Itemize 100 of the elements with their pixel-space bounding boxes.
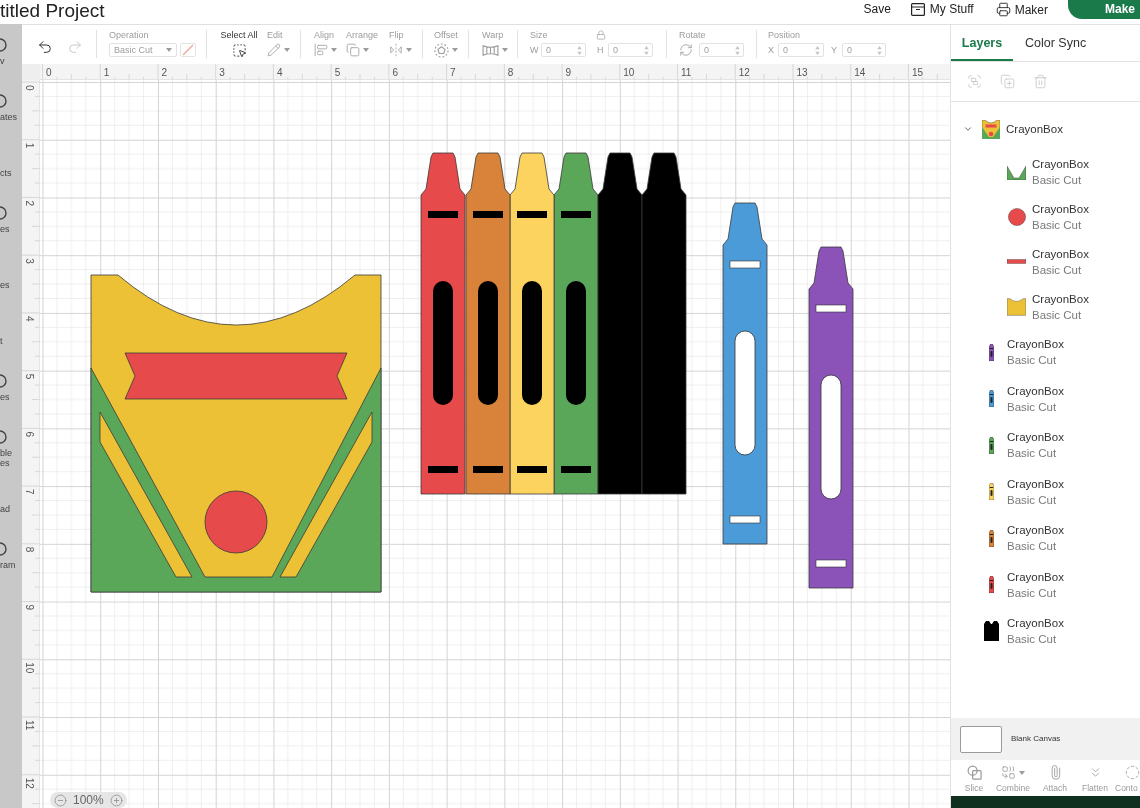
- arc-icon[interactable]: [0, 94, 7, 108]
- nav-label[interactable]: t: [0, 336, 3, 346]
- layer-name[interactable]: CrayonBox: [1007, 475, 1064, 492]
- ruler-label: 3: [24, 258, 35, 264]
- header-link[interactable]: Maker: [995, 0, 1048, 17]
- layer-name[interactable]: CrayonBox: [1007, 568, 1064, 585]
- project-title: titled Project: [0, 0, 105, 21]
- flip-icon: [389, 43, 403, 57]
- header-link[interactable]: Save: [863, 0, 891, 16]
- caret-icon: [502, 48, 508, 52]
- layer-name[interactable]: CrayonBox: [1007, 336, 1064, 353]
- layer-operation: Basic Cut: [1007, 539, 1058, 555]
- nav-label[interactable]: ble: [0, 448, 12, 458]
- rotate-icon[interactable]: [679, 43, 693, 57]
- ruler-label: 0: [46, 66, 52, 78]
- caret-icon: [166, 48, 172, 52]
- nav-label[interactable]: es: [0, 280, 10, 290]
- ruler-label: 6: [392, 66, 398, 78]
- nav-label[interactable]: ates: [0, 112, 17, 122]
- warp-icon: [482, 43, 499, 57]
- zoom-in-icon[interactable]: [109, 793, 123, 807]
- tool-label: Flip: [389, 29, 404, 41]
- nav-label[interactable]: es: [0, 458, 12, 468]
- field-label: H: [597, 44, 605, 56]
- ruler-label: 3: [219, 66, 225, 78]
- tool-label: Warp: [482, 29, 504, 41]
- ruler-label: 15: [911, 66, 924, 78]
- undo-icon[interactable]: [37, 39, 53, 55]
- circle-piece: [204, 490, 268, 554]
- ruler-label: 11: [24, 720, 35, 731]
- canvas-swatch[interactable]: [960, 725, 1002, 753]
- nav-label[interactable]: ram: [0, 560, 16, 570]
- layer-operation: Basic Cut: [1032, 262, 1083, 278]
- nav-label[interactable]: ad: [0, 504, 10, 514]
- panel-tab[interactable]: Color Sync: [1013, 25, 1087, 61]
- nav-label[interactable]: es: [0, 224, 10, 234]
- field-label: Y: [831, 44, 838, 56]
- layer-name[interactable]: CrayonBox: [1032, 200, 1089, 217]
- ruler-label: 1: [103, 66, 110, 78]
- nav-label[interactable]: es: [0, 392, 10, 402]
- layer-name[interactable]: CrayonBox: [1006, 121, 1063, 137]
- caret-icon: [406, 48, 412, 52]
- layer-name[interactable]: CrayonBox: [1007, 382, 1064, 399]
- caret-icon: [331, 48, 337, 52]
- layer-operation: Basic Cut: [1032, 217, 1083, 233]
- canvas-name: Blank Canvas: [1011, 734, 1061, 744]
- zoom-out-icon[interactable]: [54, 793, 67, 807]
- ruler-label: 10: [623, 66, 635, 78]
- arc-icon[interactable]: [0, 38, 7, 52]
- ruler-label: 7: [450, 66, 456, 78]
- layer-name[interactable]: CrayonBox: [1032, 155, 1089, 172]
- layer-operation: Basic Cut: [1007, 353, 1058, 369]
- layer-name[interactable]: CrayonBox: [1032, 290, 1089, 307]
- layer-operation: Basic Cut: [1007, 585, 1058, 601]
- ruler-label: 8: [24, 546, 35, 553]
- layer-name[interactable]: CrayonBox: [1007, 522, 1064, 539]
- pencil-icon: [267, 43, 281, 57]
- caret-icon: [284, 48, 290, 52]
- ruler-label: 4: [24, 315, 35, 322]
- lock-icon[interactable]: [595, 30, 606, 40]
- dashed-circle-icon: [1125, 765, 1140, 780]
- caret-icon: [1019, 770, 1025, 775]
- align-icon: [314, 43, 328, 57]
- ruler-label: 12: [738, 66, 750, 78]
- make-button[interactable]: Make: [1068, 0, 1140, 19]
- panel-tab[interactable]: Layers: [951, 25, 1013, 61]
- nav-label[interactable]: cts: [0, 168, 12, 178]
- layer-operation: Basic Cut: [1007, 632, 1058, 648]
- layer-name[interactable]: CrayonBox: [1007, 429, 1064, 446]
- layer-operation: Basic Cut: [1032, 307, 1083, 323]
- crayon-box-icon: [981, 119, 1000, 139]
- ruler-label: 2: [24, 200, 35, 206]
- arc-icon[interactable]: [0, 374, 7, 388]
- arc-icon[interactable]: [0, 206, 7, 220]
- header-link[interactable]: My Stuff: [910, 0, 974, 16]
- ruler-label: 6: [24, 431, 35, 437]
- field-label: X: [768, 44, 775, 56]
- layer-operation: Basic Cut: [1032, 172, 1083, 188]
- ruler-label: 11: [681, 66, 692, 78]
- slashed-swatch-icon[interactable]: [180, 43, 196, 57]
- ruler-label: 9: [24, 604, 35, 611]
- ruler-label: 12: [24, 777, 35, 789]
- ruler-label: 8: [507, 66, 514, 78]
- select-all-icon[interactable]: [231, 42, 247, 58]
- nav-label[interactable]: v: [0, 56, 5, 66]
- field-label: W: [530, 44, 538, 56]
- tool-label: Offset: [434, 29, 458, 41]
- layer-operation: Basic Cut: [1007, 446, 1058, 462]
- arc-icon[interactable]: [0, 430, 7, 444]
- layer-name[interactable]: CrayonBox: [1032, 245, 1089, 262]
- ruler-label: 4: [276, 66, 283, 78]
- printer-icon: [995, 2, 1011, 17]
- ruler-label: 5: [334, 66, 341, 78]
- zoom-level: 100%: [73, 793, 104, 807]
- combine-icon: [1001, 765, 1016, 780]
- chevron-down-icon[interactable]: [963, 124, 973, 134]
- tool-label: Arrange: [346, 29, 379, 41]
- layer-name[interactable]: CrayonBox: [1007, 615, 1064, 632]
- tool-label: Operation: [109, 29, 149, 41]
- arc-icon[interactable]: [0, 542, 7, 556]
